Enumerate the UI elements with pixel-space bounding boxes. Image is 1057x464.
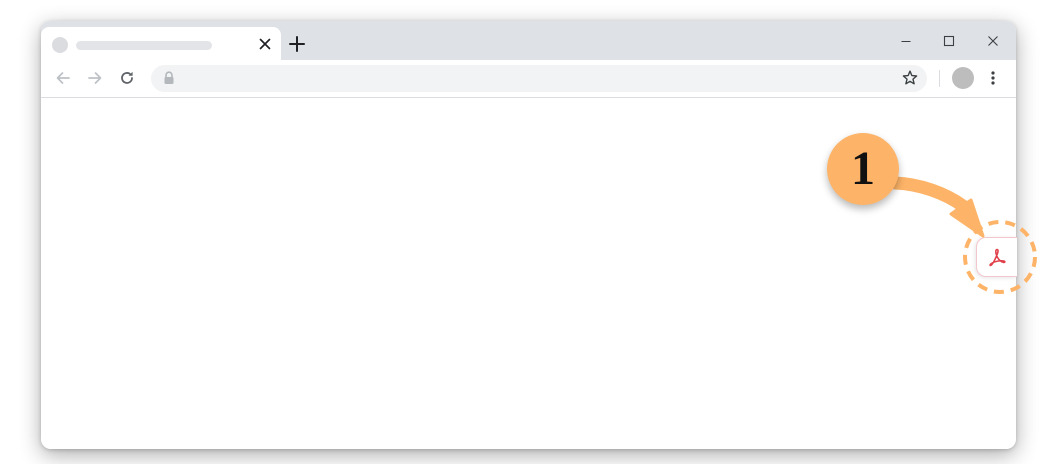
tab-strip bbox=[41, 21, 1016, 60]
profile-avatar[interactable] bbox=[952, 67, 974, 89]
address-bar[interactable] bbox=[151, 65, 927, 92]
step-number-badge: 1 bbox=[827, 133, 899, 205]
browser-window bbox=[41, 21, 1016, 449]
new-tab-plus-icon[interactable] bbox=[286, 33, 308, 55]
maximize-icon[interactable] bbox=[939, 31, 959, 51]
window-close-icon[interactable] bbox=[983, 31, 1003, 51]
tab-favicon bbox=[52, 37, 68, 53]
back-arrow-icon[interactable] bbox=[53, 68, 73, 88]
minimize-icon[interactable] bbox=[896, 31, 916, 51]
browser-tab[interactable] bbox=[41, 27, 281, 60]
screenshot-stage: 1 bbox=[0, 0, 1057, 464]
tab-close-icon[interactable] bbox=[256, 35, 274, 53]
adobe-acrobat-extension-button[interactable] bbox=[976, 237, 1017, 277]
adobe-acrobat-icon bbox=[989, 248, 1006, 267]
forward-arrow-icon[interactable] bbox=[85, 68, 105, 88]
bookmark-star-icon[interactable] bbox=[901, 69, 919, 87]
reload-icon[interactable] bbox=[117, 68, 137, 88]
toolbar-divider bbox=[939, 70, 940, 87]
browser-toolbar bbox=[41, 60, 1016, 98]
lock-icon bbox=[163, 71, 175, 85]
kebab-menu-icon[interactable] bbox=[985, 68, 1001, 88]
tab-title-placeholder bbox=[76, 41, 212, 50]
